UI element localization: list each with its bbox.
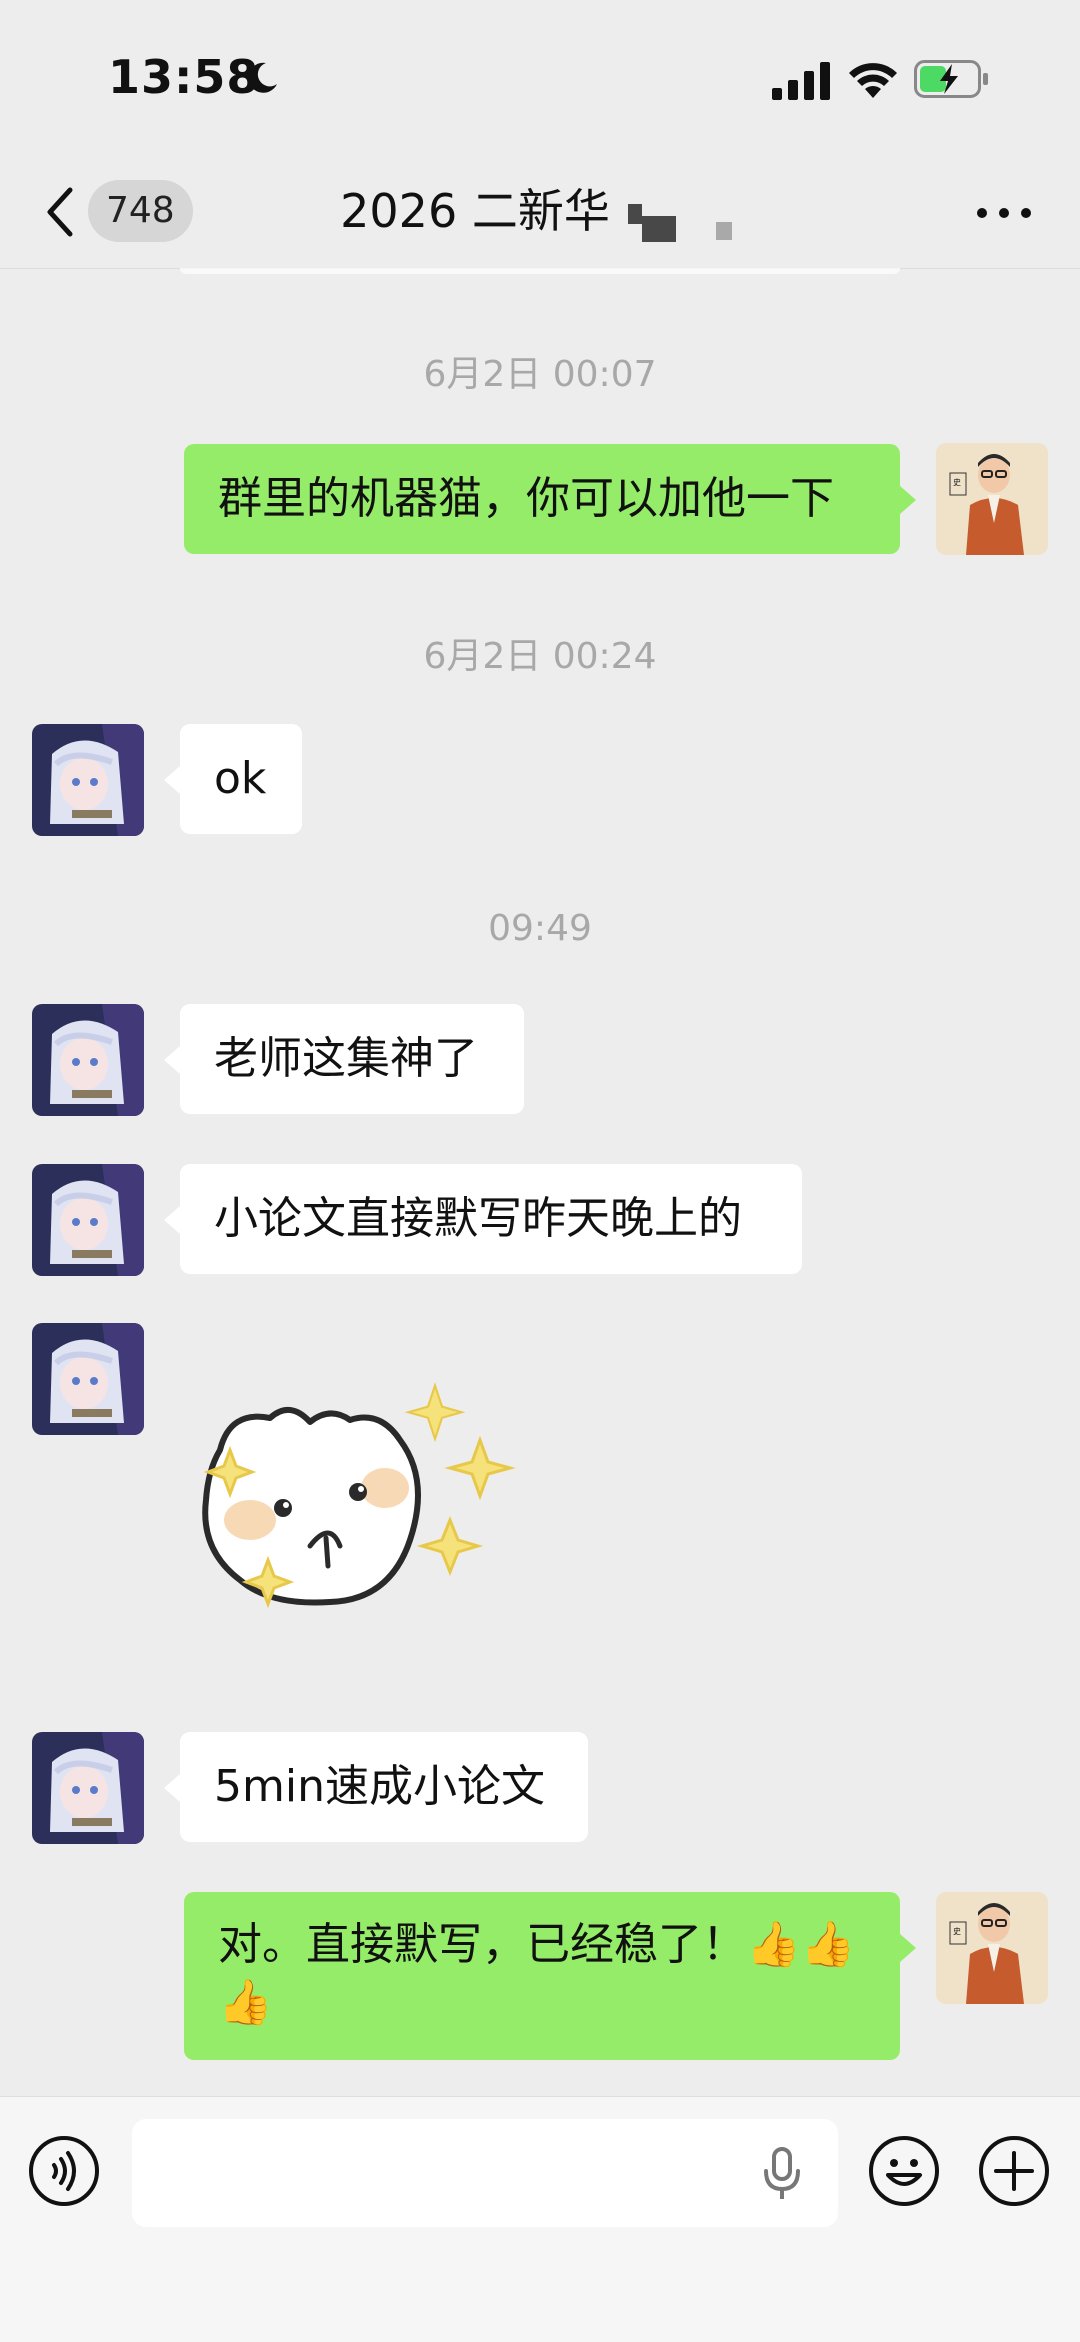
status-time: 13:58 [108,50,260,104]
emoji-icon[interactable] [868,2135,940,2207]
message-text: 5min速成小论文 [214,1761,545,1812]
moon-icon [248,62,277,93]
incoming-message-bubble[interactable]: 5min速成小论文 [180,1732,588,1842]
message-text: ok [214,753,267,804]
chat-title-text: 2026 二新华 [340,184,610,238]
wifi-icon [849,63,897,98]
contact-avatar[interactable] [32,1004,144,1116]
self-avatar[interactable]: 史 [936,443,1048,555]
sparkle-cat-sticker[interactable] [190,1370,530,1640]
bubble-tail [164,1206,180,1234]
message-text-line: 对。直接默写，已经稳了！👍👍 [218,1919,856,1970]
message-timestamp: 6月2日 00:07 [423,354,657,395]
bubble-tail [164,766,180,794]
svg-text:史: 史 [953,477,961,487]
chat-header: 748 2026 二新华 [0,160,1080,269]
message-timestamp: 09:49 [488,908,592,949]
status-bar: 13:58 [0,0,1080,160]
contact-avatar-image [32,1732,144,1844]
contact-avatar[interactable] [32,724,144,836]
message-input[interactable] [132,2119,838,2227]
incoming-message-bubble[interactable]: 老师这集神了 [180,1004,524,1114]
contact-avatar[interactable] [32,1164,144,1276]
cellular-signal-icon [772,62,830,100]
contact-avatar-image [32,1323,144,1435]
outgoing-message-bubble[interactable]: 群里的机器猫，你可以加他一下 [184,444,900,554]
self-avatar-image: 史 [936,443,1048,555]
svg-text:史: 史 [953,1926,961,1936]
chat-title[interactable]: 2026 二新华 [0,180,1080,242]
bubble-tail [900,486,916,514]
incoming-message-bubble[interactable]: ok [180,724,302,834]
contact-avatar[interactable] [32,1732,144,1844]
redaction-mark [642,216,676,242]
redaction-mark [716,222,732,240]
plus-icon[interactable] [978,2135,1050,2207]
contact-avatar-image [32,1164,144,1276]
redaction-mark [628,204,642,224]
message-timestamp: 6月2日 00:24 [423,636,657,677]
message-text-line: 👍 [218,1977,273,2028]
bubble-tail [164,1046,180,1074]
incoming-message-bubble[interactable]: 小论文直接默写昨天晚上的 [180,1164,802,1274]
self-avatar[interactable]: 史 [936,1892,1048,2004]
message-text: 老师这集神了 [214,1033,478,1084]
bubble-tail [900,1934,916,1962]
voice-toggle-icon[interactable] [28,2135,100,2207]
more-options-icon[interactable] [974,198,1034,228]
outgoing-message-bubble[interactable]: 对。直接默写，已经稳了！👍👍 👍 [184,1892,900,2060]
battery-charging-icon [914,60,988,98]
message-text: 小论文直接默写昨天晚上的 [214,1193,742,1244]
bubble-tail [164,1774,180,1802]
microphone-icon[interactable] [760,2147,804,2201]
contact-avatar[interactable] [32,1323,144,1435]
contact-avatar-image [32,1004,144,1116]
contact-avatar-image [32,724,144,836]
message-text: 群里的机器猫，你可以加他一下 [218,473,834,524]
input-bar [0,2096,1080,2342]
self-avatar-image: 史 [936,1892,1048,2004]
scrolled-message-edge [180,268,900,274]
